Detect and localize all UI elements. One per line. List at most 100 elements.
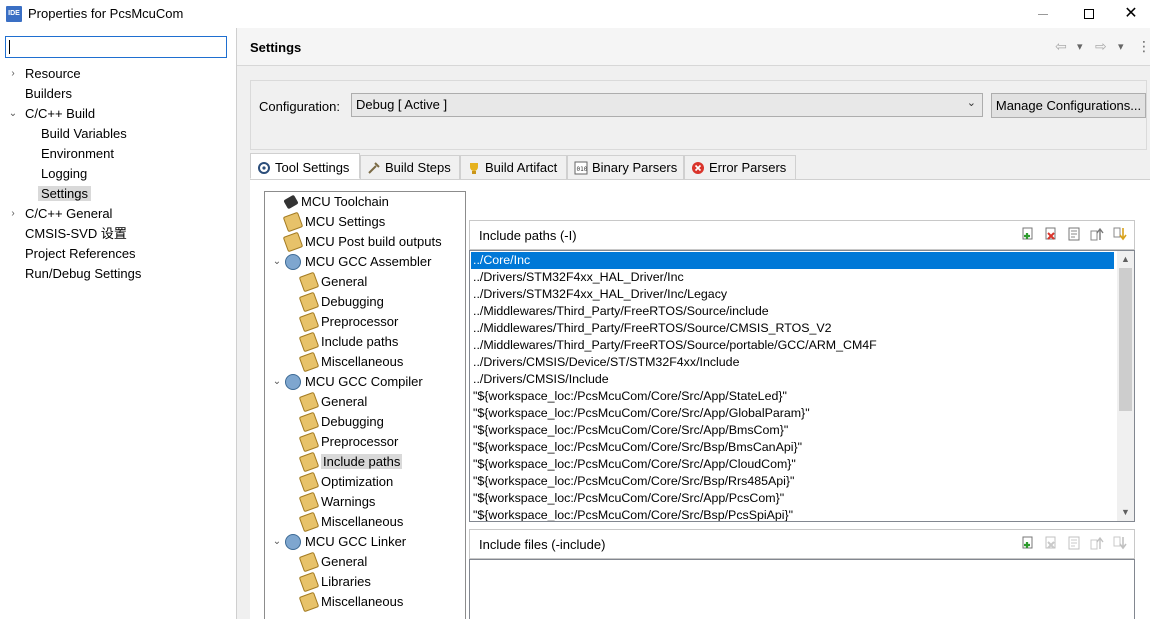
list-item[interactable]: "${workspace_loc:/PcsMcuCom/Core/Src/Bsp… [471,507,793,521]
tree-item-assembler-include-paths[interactable]: Include paths [298,331,398,352]
list-item[interactable]: "${workspace_loc:/PcsMcuCom/Core/Src/App… [471,388,787,405]
tree-item-mcu-gcc-assembler[interactable]: ⌄ MCU GCC Assembler [273,252,431,272]
expand-resource-icon[interactable]: › [7,64,19,84]
expand-cpp-general-icon[interactable]: › [7,204,19,224]
list-item[interactable]: ../Middlewares/Third_Party/FreeRTOS/Sour… [471,320,832,337]
add-file-icon[interactable] [1020,536,1036,552]
tree-item-mcu-settings[interactable]: MCU Settings [282,211,385,232]
include-paths-list[interactable]: ../Core/Inc ../Drivers/STM32F4xx_HAL_Dri… [469,250,1135,522]
scroll-up-icon[interactable]: ▲ [1117,251,1134,268]
title-bar: IDE Properties for PcsMcuCom ✕ [0,0,1150,28]
list-item[interactable]: "${workspace_loc:/PcsMcuCom/Core/Src/App… [471,405,810,422]
back-icon[interactable]: ⇦ [1055,38,1067,55]
move-up-icon[interactable] [1089,227,1105,243]
tree-item-linker-libraries[interactable]: Libraries [298,571,371,592]
maximize-icon [1084,9,1094,19]
collapse-icon[interactable]: ⌄ [271,532,283,552]
list-item[interactable]: "${workspace_loc:/PcsMcuCom/Core/Src/App… [471,456,796,473]
nav-item-cpp-general[interactable]: C/C++ General [25,204,112,224]
list-item[interactable]: ../Drivers/STM32F4xx_HAL_Driver/Inc [471,269,684,286]
tree-item-assembler-miscellaneous[interactable]: Miscellaneous [298,351,403,372]
collapse-cpp-build-icon[interactable]: ⌄ [7,104,19,124]
nav-item-environment[interactable]: Environment [41,144,114,164]
scrollbar-thumb[interactable] [1119,268,1132,411]
list-item[interactable]: ../Drivers/CMSIS/Device/ST/STM32F4xx/Inc… [471,354,739,371]
list-item[interactable]: ../Core/Inc [471,252,1114,269]
tab-tool-settings[interactable]: Tool Settings [250,153,360,179]
nav-item-builders[interactable]: Builders [25,84,72,104]
gear-icon [285,253,301,270]
tree-item-compiler-miscellaneous[interactable]: Miscellaneous [298,511,403,532]
maximize-button[interactable] [1066,0,1112,28]
nav-item-settings[interactable]: Settings [38,184,91,204]
nav-item-build-variables[interactable]: Build Variables [41,124,127,144]
list-item[interactable]: "${workspace_loc:/PcsMcuCom/Core/Src/App… [471,422,788,439]
tab-build-steps[interactable]: Build Steps [360,155,460,180]
chip-icon [283,194,299,209]
move-down-icon[interactable] [1112,227,1128,243]
back-dropdown-icon[interactable]: ▾ [1077,40,1083,53]
tool-icon [298,551,320,572]
tool-icon [298,351,320,372]
filter-input[interactable] [5,36,227,58]
tree-item-compiler-preprocessor[interactable]: Preprocessor [298,431,398,452]
collapse-icon[interactable]: ⌄ [271,372,283,392]
close-button[interactable]: ✕ [1112,0,1150,28]
tree-item-mcu-gcc-compiler[interactable]: ⌄ MCU GCC Compiler [273,372,423,392]
edit-file-icon[interactable] [1066,536,1082,552]
nav-item-run-debug-settings[interactable]: Run/Debug Settings [25,264,141,284]
nav-item-resource[interactable]: Resource [25,64,81,84]
tree-item-compiler-include-paths[interactable]: Include paths [298,451,403,472]
tree-item-compiler-debugging[interactable]: Debugging [298,411,384,432]
tab-binary-parsers[interactable]: 010 Binary Parsers [567,155,684,180]
tool-icon [298,591,320,612]
tool-icon [298,511,320,532]
page-title: Settings [250,40,302,55]
forward-dropdown-icon[interactable]: ▾ [1118,40,1124,53]
list-item[interactable]: ../Drivers/STM32F4xx_HAL_Driver/Inc/Lega… [471,286,727,303]
move-file-up-icon[interactable] [1089,536,1105,552]
scroll-down-icon[interactable]: ▼ [1117,504,1134,521]
configuration-select[interactable]: Debug [ Active ] ⌄ [351,93,983,117]
nav-item-cmsis-svd[interactable]: CMSIS-SVD 设置 [25,224,127,244]
tree-item-assembler-general[interactable]: General [298,271,367,292]
edit-path-icon[interactable] [1066,227,1082,243]
delete-file-icon[interactable] [1043,536,1059,552]
list-item[interactable]: "${workspace_loc:/PcsMcuCom/Core/Src/Bsp… [471,439,802,456]
tab-build-artifact[interactable]: Build Artifact [460,155,567,180]
tree-item-compiler-warnings[interactable]: Warnings [298,491,375,512]
configuration-value: Debug [ Active ] [356,97,448,112]
minimize-button[interactable] [1020,0,1066,28]
tool-icon [282,211,304,232]
tree-item-assembler-preprocessor[interactable]: Preprocessor [298,311,398,332]
tree-item-compiler-optimization[interactable]: Optimization [298,471,393,492]
nav-item-logging[interactable]: Logging [41,164,87,184]
view-menu-icon[interactable]: ⋮ [1137,38,1150,55]
tree-item-assembler-debugging[interactable]: Debugging [298,291,384,312]
tree-item-mcu-gcc-linker[interactable]: ⌄ MCU GCC Linker [273,532,406,552]
tab-error-parsers[interactable]: Error Parsers [684,155,796,180]
text-caret [9,40,10,54]
tree-item-compiler-general[interactable]: General [298,391,367,412]
manage-configurations-button[interactable]: Manage Configurations... [991,93,1146,118]
tree-item-mcu-post-build-outputs[interactable]: MCU Post build outputs [282,231,442,252]
tree-item-linker-general[interactable]: General [298,551,367,572]
tree-item-linker-miscellaneous[interactable]: Miscellaneous [298,591,403,612]
tree-item-mcu-toolchain[interactable]: MCU Toolchain [283,192,389,212]
move-file-down-icon[interactable] [1112,536,1128,552]
nav-item-project-references[interactable]: Project References [25,244,136,264]
list-item[interactable]: ../Middlewares/Third_Party/FreeRTOS/Sour… [471,337,877,354]
add-path-icon[interactable] [1020,227,1036,243]
collapse-icon[interactable]: ⌄ [271,252,283,272]
trophy-icon [467,161,481,175]
list-item[interactable]: ../Middlewares/Third_Party/FreeRTOS/Sour… [471,303,769,320]
list-item[interactable]: "${workspace_loc:/PcsMcuCom/Core/Src/Bsp… [471,473,794,490]
list-item[interactable]: "${workspace_loc:/PcsMcuCom/Core/Src/App… [471,490,784,507]
list-item[interactable]: ../Drivers/CMSIS/Include [471,371,609,388]
delete-path-icon[interactable] [1043,227,1059,243]
vertical-scrollbar[interactable]: ▲ ▼ [1117,251,1134,521]
include-files-list[interactable] [469,559,1135,619]
include-files-header: Include files (-include) [469,529,1135,559]
forward-icon[interactable]: ⇨ [1095,38,1107,55]
nav-item-cpp-build[interactable]: C/C++ Build [25,104,95,124]
